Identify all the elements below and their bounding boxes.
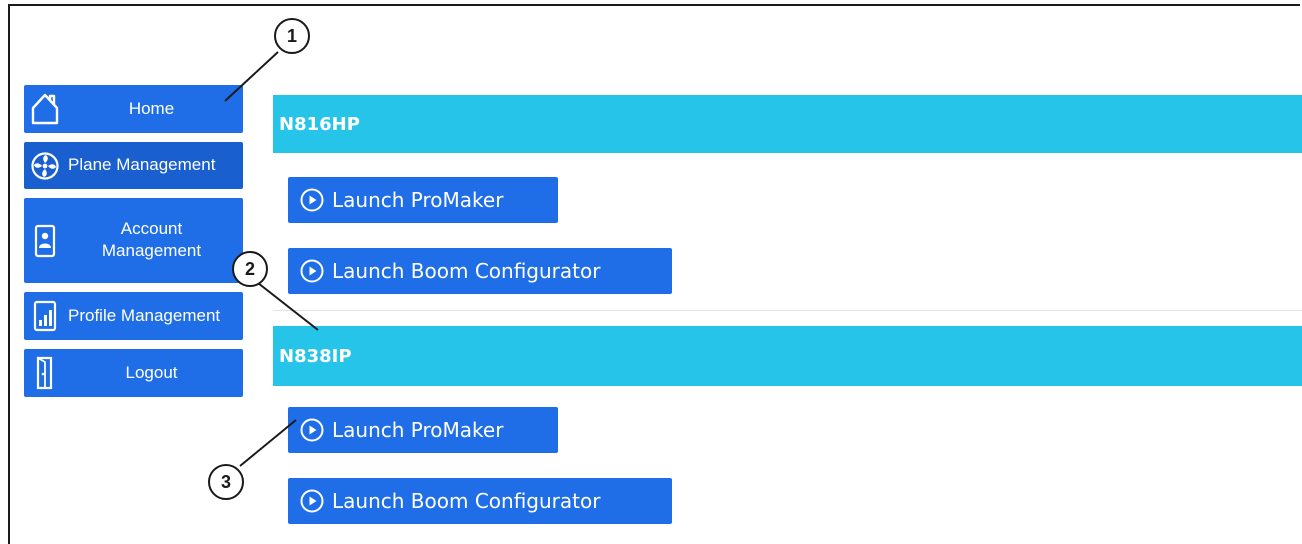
home-icon (30, 92, 60, 126)
sidebar-item-label: Home (128, 98, 175, 118)
callout-1: 1 (274, 18, 310, 54)
sidebar-item-label-line2: Management (101, 241, 202, 261)
play-icon (300, 259, 324, 283)
sidebar-item-label-line1: Account (120, 218, 183, 238)
sidebar-item-profile-management[interactable]: Profile Management (24, 292, 243, 340)
button-label: Launch Boom Configurator (332, 489, 601, 513)
plane-header: N816HP (273, 95, 1302, 153)
callout-2: 2 (232, 251, 268, 287)
sidebar-item-home[interactable]: Home (24, 85, 243, 133)
door-icon (30, 356, 60, 390)
plane-tail-number: N838IP (279, 345, 352, 367)
plane-header: N838IP (273, 326, 1302, 386)
button-label: Launch Boom Configurator (332, 259, 601, 283)
callout-3: 3 (208, 464, 244, 500)
sidebar-item-label: Plane Management (68, 155, 216, 175)
button-label: Launch ProMaker (332, 188, 504, 212)
sidebar-item-label: Account Management (64, 218, 239, 264)
bar-chart-icon (30, 299, 60, 333)
play-icon (300, 418, 324, 442)
phone-icon (30, 224, 60, 258)
launch-boom-configurator-button[interactable]: Launch Boom Configurator (288, 478, 672, 524)
fan-icon (30, 149, 60, 183)
sidebar-item-label: Profile Management (68, 305, 221, 325)
sidebar-item-plane-management[interactable]: Plane Management (24, 142, 243, 189)
sidebar-item-account-management[interactable]: Account Management (24, 198, 243, 283)
plane-tail-number: N816HP (279, 113, 360, 135)
launch-promaker-button[interactable]: Launch ProMaker (288, 407, 558, 453)
launch-boom-configurator-button[interactable]: Launch Boom Configurator (288, 248, 672, 294)
play-icon (300, 489, 324, 513)
callout-number: 2 (244, 258, 255, 279)
sidebar-item-logout[interactable]: Logout (24, 349, 243, 397)
launch-promaker-button[interactable]: Launch ProMaker (288, 177, 558, 223)
button-label: Launch ProMaker (332, 418, 504, 442)
sidebar-item-label: Logout (125, 362, 178, 382)
play-icon (300, 188, 324, 212)
callout-number: 3 (220, 471, 231, 492)
callout-number: 1 (286, 25, 297, 46)
